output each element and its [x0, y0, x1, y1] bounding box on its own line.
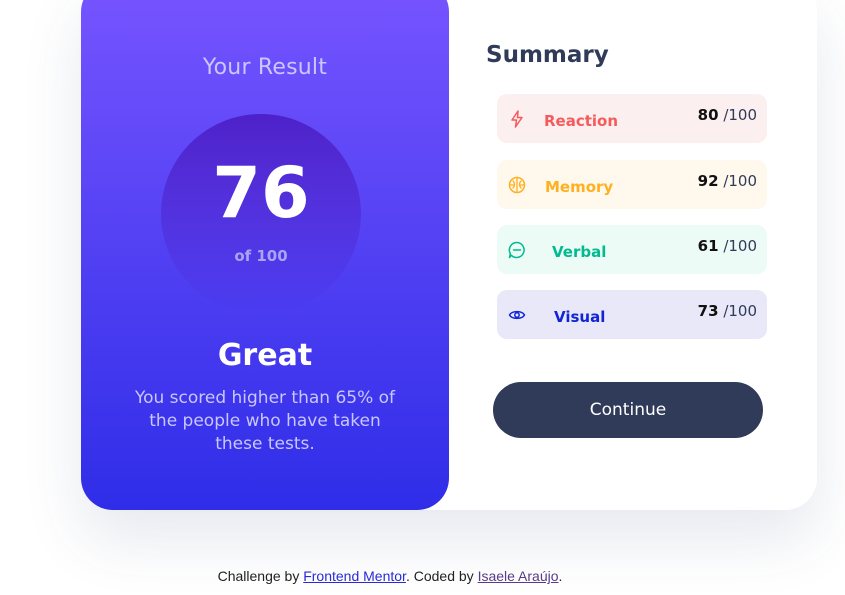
score-number: 73 [697, 302, 719, 320]
footer-suffix: . [558, 568, 563, 584]
summary-row-verbal: Verbal 61 /100 [497, 225, 767, 274]
score-circle: 76 of 100 [161, 114, 361, 314]
summary-row-reaction: Reaction 80 /100 [497, 94, 767, 143]
result-title: Your Result [202, 55, 328, 80]
score-denominator: /100 [723, 302, 757, 320]
summary-score-visual: 73 /100 [698, 302, 757, 320]
result-description: You scored higher than 65% of the people… [134, 388, 396, 454]
score-denominator: /100 [723, 237, 757, 255]
result-panel: Your Result 76 of 100 Great You scored h… [81, 0, 449, 510]
summary-label-memory: Memory [545, 178, 614, 196]
summary-label-verbal: Verbal [552, 243, 607, 261]
frontend-mentor-link[interactable]: Frontend Mentor [303, 568, 406, 584]
score-number: 80 [697, 106, 719, 124]
score-value: 76 [212, 152, 310, 234]
lightning-icon [511, 110, 523, 128]
footer-middle: . Coded by [405, 568, 478, 584]
chat-bubble-icon [508, 241, 525, 259]
continue-button[interactable]: Continue [493, 382, 763, 438]
summary-score-reaction: 80 /100 [698, 106, 757, 124]
brain-icon [508, 176, 526, 194]
score-number: 92 [697, 172, 719, 190]
summary-title: Summary [486, 42, 609, 68]
summary-row-memory: Memory 92 /100 [497, 160, 767, 209]
summary-panel: Summary Reaction 80 /100 Memory 92 /100 … [449, 0, 817, 510]
score-denominator: /100 [723, 106, 757, 124]
score-denominator: /100 [723, 172, 757, 190]
score-number: 61 [697, 237, 719, 255]
summary-label-visual: Visual [554, 308, 606, 326]
footer-prefix: Challenge by [217, 568, 304, 584]
author-link[interactable]: Isaele Araújo [478, 568, 559, 584]
summary-label-reaction: Reaction [544, 112, 619, 130]
result-label: Great [217, 338, 313, 373]
eye-icon [508, 310, 526, 320]
footer-attribution: Challenge by Frontend Mentor. Coded by I… [0, 568, 780, 584]
summary-score-verbal: 61 /100 [698, 237, 757, 255]
summary-row-visual: Visual 73 /100 [497, 290, 767, 339]
score-max: of 100 [234, 247, 288, 265]
summary-score-memory: 92 /100 [698, 172, 757, 190]
